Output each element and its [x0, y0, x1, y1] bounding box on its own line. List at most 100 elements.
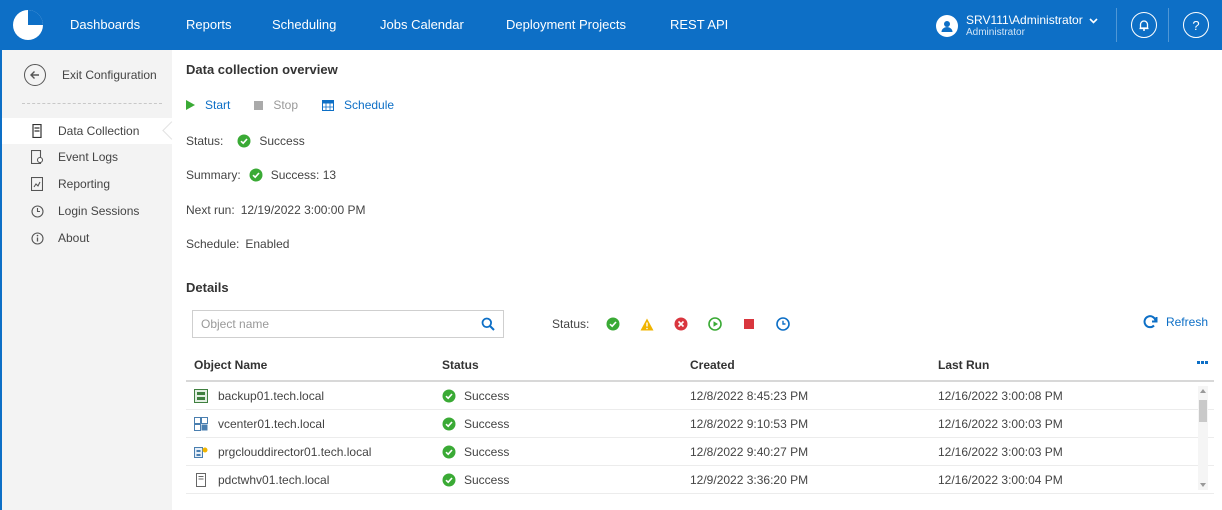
- summary-label: Summary:: [186, 168, 241, 182]
- user-name: SRV111\Administrator: [966, 13, 1083, 27]
- row-created: 12/9/2022 3:36:20 PM: [690, 473, 809, 487]
- success-check-icon: [442, 417, 456, 431]
- object-name: pdctwhv01.tech.local: [218, 473, 330, 487]
- column-header-last-run[interactable]: Last Run: [938, 358, 989, 372]
- info-icon: [30, 231, 44, 245]
- row-status: Success: [464, 445, 510, 459]
- filter-error-icon[interactable]: [671, 314, 691, 334]
- page-title: Data collection overview: [186, 62, 338, 77]
- sidebar-item-label: About: [58, 231, 90, 245]
- row-created: 12/8/2022 8:45:23 PM: [690, 389, 809, 403]
- start-label: Start: [205, 98, 231, 112]
- refresh-icon: [1142, 314, 1158, 330]
- sidebar-item-label: Reporting: [58, 177, 111, 191]
- success-check-icon: [249, 168, 263, 182]
- row-status: Success: [464, 417, 510, 431]
- sidebar-item-label: Login Sessions: [58, 204, 140, 218]
- table-row[interactable]: pdctwhv01.tech.local Success 12/9/2022 3…: [186, 466, 1214, 494]
- object-name-search-input[interactable]: [193, 311, 463, 337]
- success-check-icon: [442, 389, 456, 403]
- cloud-director-icon: [194, 445, 208, 459]
- sidebar-divider: [22, 103, 162, 104]
- nav-reports[interactable]: Reports: [186, 0, 232, 50]
- clock-icon: [30, 204, 44, 218]
- row-last-run: 12/16/2022 3:00:04 PM: [938, 473, 1063, 487]
- app-logo-icon[interactable]: [8, 5, 48, 45]
- stop-icon: [254, 100, 264, 110]
- table-row[interactable]: vcenter01.tech.local Success 12/8/2022 9…: [186, 410, 1214, 438]
- filter-running-icon[interactable]: [705, 314, 725, 334]
- row-status: Success: [464, 473, 510, 487]
- refresh-label: Refresh: [1165, 315, 1208, 329]
- table-row[interactable]: prgclouddirector01.tech.local Success 12…: [186, 438, 1214, 466]
- object-name: prgclouddirector01.tech.local: [218, 445, 372, 459]
- help-label: ?: [1192, 17, 1200, 33]
- user-menu[interactable]: SRV111\Administrator Administrator: [936, 9, 1098, 43]
- table-row[interactable]: backup01.tech.local Success 12/8/2022 8:…: [186, 382, 1214, 410]
- sidebar-item-data-collection[interactable]: Data Collection: [2, 118, 172, 144]
- arrow-left-icon: [24, 64, 46, 86]
- vcenter-icon: [194, 417, 208, 431]
- help-button[interactable]: ?: [1183, 12, 1209, 38]
- success-check-icon: [237, 134, 251, 148]
- filter-pending-icon[interactable]: [773, 314, 793, 334]
- start-button[interactable]: Start: [186, 98, 230, 112]
- filter-success-icon[interactable]: [603, 314, 623, 334]
- row-last-run: 12/16/2022 3:00:03 PM: [938, 417, 1063, 431]
- scroll-thumb[interactable]: [1199, 400, 1207, 422]
- object-name: vcenter01.tech.local: [218, 417, 325, 431]
- filter-warning-icon[interactable]: [637, 314, 657, 334]
- status-label: Status:: [186, 134, 224, 148]
- column-header-object-name[interactable]: Object Name: [194, 358, 267, 372]
- table-scrollbar[interactable]: [1198, 386, 1208, 490]
- schedule-label: Schedule: [344, 98, 395, 112]
- column-header-status[interactable]: Status: [442, 358, 479, 372]
- details-table: Object Name Status Created Last Run back…: [186, 348, 1214, 494]
- scroll-down-arrow-icon[interactable]: [1200, 483, 1206, 487]
- filter-stopped-icon[interactable]: [739, 314, 759, 334]
- sidebar-item-login-sessions[interactable]: Login Sessions: [2, 198, 172, 224]
- row-created: 12/8/2022 9:10:53 PM: [690, 417, 809, 431]
- sidebar-item-label: Data Collection: [58, 124, 140, 138]
- nav-dashboards[interactable]: Dashboards: [70, 0, 140, 50]
- nav-scheduling[interactable]: Scheduling: [272, 0, 336, 50]
- stop-button[interactable]: Stop: [254, 98, 298, 112]
- notifications-bell-icon[interactable]: [1131, 12, 1157, 38]
- event-log-icon: [30, 150, 44, 164]
- nav-jobs-calendar[interactable]: Jobs Calendar: [380, 0, 464, 50]
- action-toolbar: Start Stop Schedule: [186, 98, 418, 112]
- row-status: Success: [464, 389, 510, 403]
- status-filter-label: Status:: [552, 317, 590, 331]
- nav-rest-api[interactable]: REST API: [670, 0, 728, 50]
- backup-server-icon: [194, 389, 208, 403]
- schedule-status-value: Enabled: [245, 237, 290, 251]
- user-role: Administrator: [966, 27, 1025, 38]
- reporting-icon: [30, 177, 44, 191]
- server-icon: [30, 124, 44, 138]
- refresh-button[interactable]: Refresh: [1142, 314, 1208, 330]
- topbar-divider: [1116, 8, 1117, 42]
- schedule-button[interactable]: Schedule: [322, 98, 394, 112]
- row-created: 12/8/2022 9:40:27 PM: [690, 445, 809, 459]
- sidebar-item-about[interactable]: About: [2, 225, 172, 251]
- sidebar-item-label: Event Logs: [58, 150, 119, 164]
- column-options-icon[interactable]: [1197, 361, 1208, 364]
- exit-configuration-button[interactable]: Exit Configuration: [24, 60, 157, 90]
- play-icon: [186, 100, 195, 110]
- search-icon[interactable]: [481, 317, 495, 334]
- column-header-created[interactable]: Created: [690, 358, 735, 372]
- next-run-row: Next run: 12/19/2022 3:00:00 PM: [186, 203, 365, 217]
- sidebar-item-reporting[interactable]: Reporting: [2, 171, 172, 197]
- chevron-down-icon: [1089, 13, 1098, 27]
- schedule-row: Schedule: Enabled: [186, 237, 289, 251]
- sidebar: Exit Configuration Data Collection Event…: [0, 50, 172, 510]
- topbar-divider: [1168, 8, 1169, 42]
- nav-deployment-projects[interactable]: Deployment Projects: [506, 0, 626, 50]
- sidebar-item-event-logs[interactable]: Event Logs: [2, 144, 172, 170]
- scroll-up-arrow-icon[interactable]: [1200, 389, 1206, 393]
- calendar-icon: [322, 99, 335, 111]
- summary-value: Success: 13: [270, 168, 337, 182]
- success-check-icon: [442, 445, 456, 459]
- user-avatar-icon: [936, 15, 958, 37]
- status-value: Success: [259, 134, 305, 148]
